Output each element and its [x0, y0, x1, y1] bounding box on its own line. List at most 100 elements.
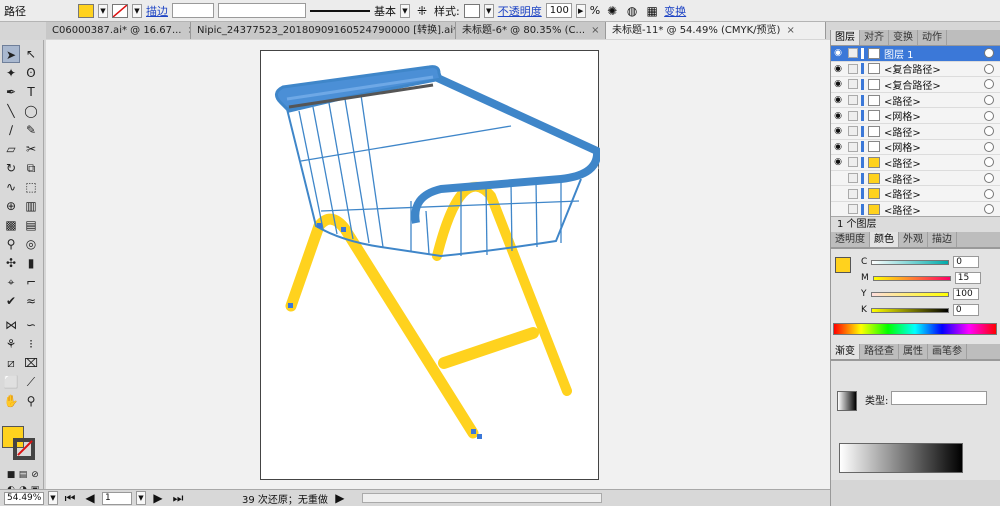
- warp-tool-icon[interactable]: ∿: [2, 178, 20, 196]
- eye-icon[interactable]: ◉: [831, 142, 845, 152]
- puppet-icon[interactable]: ⚘: [2, 335, 20, 353]
- direct-selection-tool-icon[interactable]: ↖: [22, 45, 40, 63]
- stroke-swatch[interactable]: [112, 3, 128, 18]
- selection-tool-icon[interactable]: ➤: [2, 45, 20, 63]
- layer-item[interactable]: ◉ <网格>: [831, 140, 1000, 156]
- measure-icon[interactable]: ⟋: [22, 373, 40, 391]
- crossbar-path[interactable]: [438, 327, 539, 369]
- magenta-field[interactable]: 15: [954, 272, 981, 284]
- zoom-field[interactable]: 54.49%: [4, 491, 44, 505]
- tab-actions[interactable]: 动作: [918, 30, 947, 45]
- mesh-tool-icon[interactable]: ▩: [2, 216, 20, 234]
- line-tool-icon[interactable]: ╲: [2, 102, 20, 120]
- cyan-slider[interactable]: [871, 259, 950, 265]
- scale-tool-icon[interactable]: ⧉: [22, 159, 40, 177]
- type-tool-icon[interactable]: T: [22, 83, 40, 101]
- target-icon[interactable]: [984, 110, 994, 121]
- doc-tab-active[interactable]: 未标题-11* @ 54.49% (CMYK/预览) ×: [606, 22, 826, 39]
- stroke-weight-field[interactable]: [172, 3, 214, 18]
- eye-icon[interactable]: ◉: [831, 157, 845, 167]
- layer-item[interactable]: ◉ <复合路径>: [831, 77, 1000, 93]
- last-page-icon[interactable]: ⏭: [170, 490, 186, 506]
- target-icon[interactable]: [984, 126, 994, 137]
- page-field[interactable]: 1: [102, 491, 132, 505]
- eye-icon[interactable]: ◉: [831, 126, 845, 136]
- recolor-icon[interactable]: ✺: [604, 3, 620, 19]
- symbol-sprayer-icon[interactable]: ✣: [2, 254, 20, 272]
- artboard[interactable]: [260, 50, 600, 481]
- eraser-icon[interactable]: ▱: [2, 140, 20, 158]
- page-dropdown[interactable]: ▼: [136, 491, 146, 505]
- tab-align[interactable]: 对齐: [860, 30, 889, 45]
- layer-row-main[interactable]: ◉ 图层 1: [831, 46, 1000, 62]
- tab-attributes[interactable]: 属性: [899, 344, 928, 359]
- opacity-link[interactable]: 不透明度: [498, 3, 542, 19]
- brush-settings-icon[interactable]: ⁜: [414, 3, 430, 19]
- tab-color[interactable]: 颜色: [870, 232, 899, 247]
- next-page-icon[interactable]: ▶: [150, 490, 166, 506]
- anchor-tool-icon[interactable]: ⌖: [2, 273, 20, 291]
- fill-swatch-panel[interactable]: [835, 257, 851, 273]
- free-transform-icon[interactable]: ⬚: [22, 178, 40, 196]
- eyedropper-icon[interactable]: ⚲: [2, 235, 20, 253]
- pencil-icon[interactable]: ✎: [22, 121, 40, 139]
- target-icon[interactable]: [984, 141, 994, 152]
- gradient-tool-icon[interactable]: ▤: [22, 216, 40, 234]
- eye-icon[interactable]: ◉: [831, 95, 845, 105]
- lasso-icon[interactable]: ʘ: [22, 64, 40, 82]
- yellow-slider[interactable]: [870, 291, 949, 297]
- target-icon[interactable]: [984, 63, 994, 74]
- target-icon[interactable]: [984, 48, 994, 59]
- front-leg-path[interactable]: [285, 213, 479, 439]
- layer-item[interactable]: ◉ <复合路径>: [831, 62, 1000, 78]
- artboard-tool-icon[interactable]: ⬜: [2, 373, 20, 391]
- transform-link[interactable]: 变换: [664, 3, 686, 19]
- blend-tool-icon[interactable]: ◎: [22, 235, 40, 253]
- fill-swatch[interactable]: [78, 3, 94, 18]
- target-icon[interactable]: [984, 157, 994, 168]
- convert-anchor-icon[interactable]: ⌐: [22, 273, 40, 291]
- chart-icon[interactable]: ⁝: [22, 335, 40, 353]
- yellow-field[interactable]: 100: [952, 288, 979, 300]
- target-icon[interactable]: [984, 204, 994, 215]
- horizontal-scrollbar[interactable]: [361, 493, 602, 503]
- doc-tab[interactable]: C06000387.ai* @ 16.67...×: [46, 22, 191, 39]
- layer-item[interactable]: <路径>: [831, 202, 1000, 216]
- shape-builder-icon[interactable]: ⊕: [2, 197, 20, 215]
- stroke-preset-dropdown[interactable]: ▼: [400, 3, 410, 18]
- gradient-slider[interactable]: [839, 443, 963, 473]
- tab-stroke[interactable]: 描边: [928, 232, 957, 247]
- hand-tool-icon[interactable]: ✋: [2, 392, 20, 410]
- ellipse-tool-icon[interactable]: ◯: [22, 102, 40, 120]
- tab-transform[interactable]: 变换: [889, 30, 918, 45]
- variable-width-field[interactable]: [218, 3, 306, 18]
- target-icon[interactable]: [984, 95, 994, 106]
- black-field[interactable]: 0: [952, 304, 979, 316]
- tab-appearance[interactable]: 外观: [899, 232, 928, 247]
- shopping-cart-artwork[interactable]: [261, 51, 600, 481]
- stroke-color-box[interactable]: [13, 438, 35, 460]
- target-icon[interactable]: [984, 173, 994, 184]
- close-icon[interactable]: ×: [786, 22, 794, 39]
- stroke-dropdown[interactable]: ▼: [132, 3, 142, 18]
- gradient-type-select[interactable]: [891, 391, 987, 405]
- magenta-slider[interactable]: [872, 275, 951, 281]
- style-dropdown[interactable]: ▼: [483, 3, 494, 18]
- stroke-link[interactable]: 描边: [146, 3, 168, 19]
- perspective-grid-icon[interactable]: ▥: [22, 197, 40, 215]
- target-icon[interactable]: [984, 79, 994, 90]
- slice-tool-icon[interactable]: ⧄: [2, 354, 20, 372]
- layer-item[interactable]: ◉ <路径>: [831, 124, 1000, 140]
- tab-layers[interactable]: 图层: [831, 30, 860, 45]
- eye-icon[interactable]: ◉: [831, 64, 845, 74]
- tab-gradient[interactable]: 渐变: [831, 344, 860, 359]
- eye-icon[interactable]: ◉: [831, 48, 845, 58]
- target-icon[interactable]: [984, 188, 994, 199]
- tab-transparency[interactable]: 透明度: [831, 232, 870, 247]
- layer-item[interactable]: ◉ <路径>: [831, 93, 1000, 109]
- width-tool-icon[interactable]: ⋈: [2, 316, 20, 334]
- black-slider[interactable]: [870, 307, 949, 313]
- fill-dropdown[interactable]: ▼: [98, 3, 108, 18]
- layer-item[interactable]: ◉ <网格>: [831, 108, 1000, 124]
- pen-tool-icon[interactable]: ✒: [2, 83, 20, 101]
